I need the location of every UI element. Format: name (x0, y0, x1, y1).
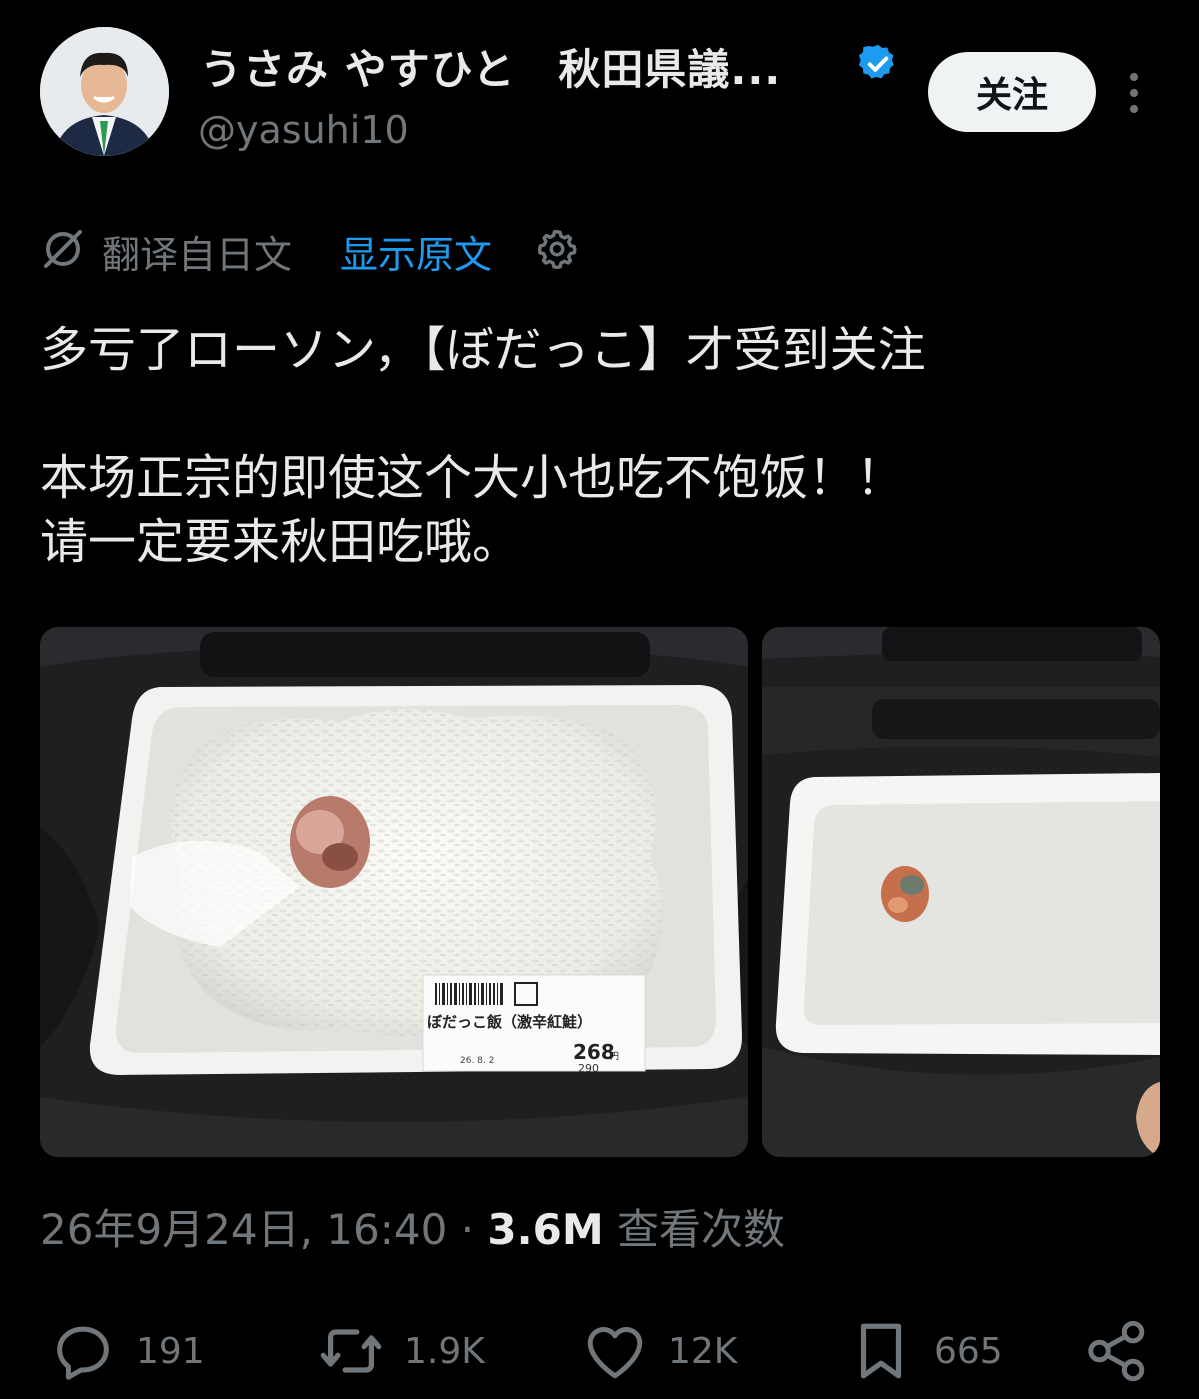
views-label: 查看次数 (603, 1205, 785, 1254)
verified-badge-icon[interactable] (856, 42, 900, 86)
timestamp[interactable]: 26年9月24日, 16:40 (40, 1205, 447, 1254)
reply-action[interactable]: 191 (48, 1316, 205, 1386)
bookmark-count: 665 (934, 1330, 1003, 1372)
empty-tray-photo (762, 627, 1160, 1157)
follow-button[interactable]: 关注 (928, 52, 1096, 132)
bookmark-action[interactable]: 665 (846, 1316, 1003, 1386)
show-original-link[interactable]: 显示原文 (340, 224, 492, 279)
price-label-date: 26. 8. 2 (460, 1056, 494, 1066)
gear-icon[interactable] (534, 226, 580, 272)
heart-icon[interactable] (580, 1316, 650, 1386)
tweet-line: 多亏了ローソン，【ぼだっこ】才受到关注 (40, 322, 926, 378)
avatar-photo (40, 27, 169, 156)
meta-separator: · (447, 1205, 488, 1254)
tweet-photo-2[interactable] (762, 627, 1160, 1157)
tweet-text: 多亏了ローソン，【ぼだっこ】才受到关注 本场正宗的即使这个大小也吃不饱饭！！ 请… (40, 318, 1170, 574)
repost-count: 1.9K (404, 1330, 485, 1372)
more-options-icon[interactable] (1118, 70, 1150, 116)
reply-icon[interactable] (48, 1316, 118, 1386)
repost-action[interactable]: 1.9K (316, 1316, 485, 1386)
translate-icon (44, 230, 82, 268)
tweet-photo-1[interactable]: ぼだっこ飯（激辛紅鮭） 26. 8. 2 268 円 290 (40, 627, 748, 1157)
bookmark-icon[interactable] (846, 1316, 916, 1386)
like-action[interactable]: 12K (580, 1316, 737, 1386)
reply-count: 191 (136, 1330, 205, 1372)
price-label-yen: 円 (610, 1051, 619, 1062)
tweet-meta: 26年9月24日, 16:40 · 3.6M 查看次数 (40, 1196, 785, 1257)
price-label-tax-price: 290 (578, 1062, 599, 1075)
repost-icon[interactable] (316, 1316, 386, 1386)
share-icon[interactable] (1082, 1316, 1152, 1386)
price-label-name: ぼだっこ飯（激辛紅鮭） (427, 1013, 592, 1031)
price-label: ぼだっこ飯（激辛紅鮭） 26. 8. 2 268 円 290 (422, 974, 646, 1075)
tweet-line: 本场正宗的即使这个大小也吃不饱饭！！ (40, 450, 905, 506)
avatar[interactable] (40, 27, 169, 156)
rice-tray-photo: ぼだっこ飯（激辛紅鮭） 26. 8. 2 268 円 290 (40, 627, 748, 1157)
views-count: 3.6M (487, 1205, 604, 1254)
handle[interactable]: @yasuhi10 (198, 108, 409, 152)
price-label-price: 268 (573, 1040, 615, 1064)
tweet-line: 请一定要来秋田吃哦。 (40, 514, 521, 570)
display-name[interactable]: うさみ やすひと 秋田県議... (200, 36, 781, 97)
translated-from-label: 翻译自日文 (102, 233, 293, 277)
like-count: 12K (668, 1330, 738, 1372)
